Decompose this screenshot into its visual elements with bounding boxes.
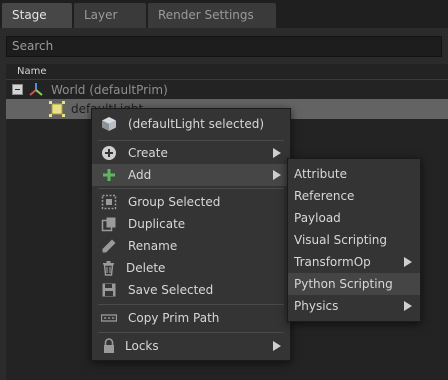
tab-stage[interactable]: Stage bbox=[2, 3, 72, 28]
menu-item-copy-prim-path[interactable]: Copy Prim Path bbox=[92, 307, 290, 329]
plus-circle-icon bbox=[102, 146, 116, 160]
duplicate-icon bbox=[101, 217, 116, 232]
tree-row-world[interactable]: World (defaultPrim) bbox=[6, 80, 448, 100]
submenu-item-payload[interactable]: Payload bbox=[288, 207, 420, 229]
column-header-name[interactable]: Name bbox=[6, 66, 448, 80]
menu-item-delete[interactable]: Delete bbox=[92, 257, 290, 279]
menu-item-locks[interactable]: Locks bbox=[92, 335, 290, 357]
submenu-arrow-icon bbox=[404, 257, 412, 267]
submenu-arrow-icon bbox=[273, 341, 281, 351]
context-menu: (defaultLight selected) Create Add Group… bbox=[91, 108, 291, 361]
submenu-arrow-icon bbox=[404, 301, 412, 311]
menu-separator bbox=[98, 304, 284, 305]
submenu-item-python-scripting[interactable]: Python Scripting bbox=[288, 273, 420, 295]
submenu-item-attribute[interactable]: Attribute bbox=[288, 163, 420, 185]
submenu-item-visual-scripting[interactable]: Visual Scripting bbox=[288, 229, 420, 251]
submenu-arrow-icon bbox=[273, 170, 281, 180]
submenu-item-physics[interactable]: Physics bbox=[288, 295, 420, 317]
group-icon bbox=[101, 194, 117, 210]
plus-icon bbox=[103, 169, 115, 181]
tab-layer[interactable]: Layer bbox=[74, 3, 146, 28]
menu-item-save-selected[interactable]: Save Selected bbox=[92, 279, 290, 301]
add-submenu: Attribute Reference Payload Visual Scrip… bbox=[287, 158, 421, 322]
lock-icon bbox=[104, 338, 114, 353]
menu-separator bbox=[98, 188, 284, 189]
menu-separator bbox=[98, 140, 284, 141]
light-icon bbox=[49, 101, 65, 117]
save-icon bbox=[102, 283, 116, 297]
menu-item-duplicate[interactable]: Duplicate bbox=[92, 213, 290, 235]
submenu-item-transformop[interactable]: TransformOp bbox=[288, 251, 420, 273]
submenu-arrow-icon bbox=[273, 148, 281, 158]
menu-separator bbox=[98, 332, 284, 333]
cube-icon bbox=[102, 117, 116, 131]
collapse-icon[interactable] bbox=[12, 84, 23, 95]
tab-bar: Stage Layer Render Settings bbox=[0, 0, 448, 28]
trash-icon bbox=[103, 261, 114, 276]
world-axis-icon bbox=[29, 83, 43, 96]
menu-header-selection: (defaultLight selected) bbox=[92, 113, 290, 135]
tree-row-label: World (defaultPrim) bbox=[51, 83, 168, 97]
path-icon bbox=[101, 314, 117, 322]
menu-item-group-selected[interactable]: Group Selected bbox=[92, 191, 290, 213]
menu-item-rename[interactable]: Rename bbox=[92, 235, 290, 257]
submenu-item-reference[interactable]: Reference bbox=[288, 185, 420, 207]
menu-item-create[interactable]: Create bbox=[92, 142, 290, 164]
search-input[interactable]: Search bbox=[6, 36, 442, 57]
pencil-icon bbox=[102, 239, 116, 253]
tab-render-settings[interactable]: Render Settings bbox=[148, 3, 276, 28]
menu-item-add[interactable]: Add bbox=[92, 164, 290, 186]
